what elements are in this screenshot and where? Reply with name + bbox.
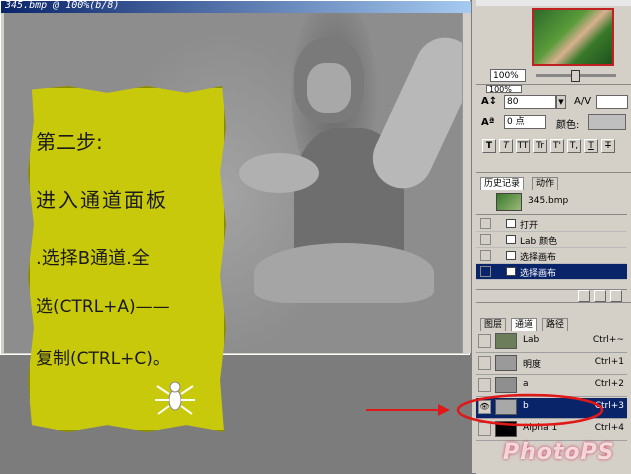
document-title: 345.bmp @ 100%(b/8) [5,0,120,11]
history-item-label: 选择画布 [520,269,557,279]
history-state-icon [506,267,516,276]
snapshot-name: 345.bmp [528,196,569,206]
note-step: 第二步: [36,130,103,154]
channel-shortcut: Ctrl+~ [592,335,624,345]
note-line-3: 选(CTRL+A)—— [36,297,170,317]
watermark: PhotoPS [503,440,615,465]
new-snapshot-icon[interactable] [594,290,606,302]
history-brush-source-box[interactable] [480,218,491,229]
history-item[interactable]: 选择画布 [476,248,627,264]
figure-arm [239,153,319,193]
history-item[interactable]: 打开 [476,216,627,232]
navigator-thumbnail[interactable] [532,8,614,66]
annotation-overlay [366,393,604,427]
channel-thumbnail [495,355,517,371]
history-item-label: 选择画布 [520,253,557,263]
history-item-label: 打开 [520,221,539,231]
character-zoom-field[interactable]: 100% [486,85,522,94]
history-item-label: Lab 颜色 [520,237,558,247]
instruction-note: 第二步: 进入通道面板 .选择B通道.全 选(CTRL+A)—— 复制(CTRL… [28,86,226,432]
tab-channels[interactable]: 通道 [511,318,538,331]
navigator-titlebar[interactable] [476,0,631,6]
history-state-icon [506,219,516,228]
vertical-scrollbar[interactable] [462,13,471,353]
channel-row-lab[interactable]: Lab Ctrl+~ [476,332,627,353]
history-state-icon [506,251,516,260]
history-footer [476,289,627,303]
delete-state-icon[interactable] [610,290,622,302]
tab-layers[interactable]: 图层 [480,318,507,331]
figure-leg [363,27,462,199]
faux-bold-button[interactable]: T [482,139,496,153]
kerning-field[interactable] [596,95,628,109]
color-swatch[interactable] [588,114,626,130]
snapshot-thumbnail [496,193,522,211]
faux-italic-button[interactable]: T [499,139,513,153]
annotation-arrow-head [438,404,450,416]
note-line-4: 复制(CTRL+C)。 [36,349,170,369]
note-line-1: 进入通道面板 [36,188,168,212]
superscript-button[interactable]: T' [550,139,564,153]
history-snapshot[interactable]: 345.bmp [476,190,627,215]
all-caps-button[interactable]: TT [516,139,530,153]
character-panel: 100% A↕ 80 ▼ A/V Aª 0 点 颜色: T T TT Tr T'… [476,84,631,173]
navigator-zoom-thumb[interactable] [571,70,580,82]
subscript-button[interactable]: T, [567,139,581,153]
new-document-from-state-icon[interactable] [578,290,590,302]
tab-history[interactable]: 历史记录 [480,177,525,190]
figure-skirt [254,243,434,303]
font-size-dropdown-icon[interactable]: ▼ [556,95,566,109]
font-size-field[interactable]: 80 [504,95,556,109]
channel-shortcut: Ctrl+1 [594,357,624,367]
visibility-toggle[interactable] [478,334,491,348]
strikethrough-button[interactable]: T [601,139,615,153]
channel-shortcut: Ctrl+2 [594,379,624,389]
channel-name: a [523,379,529,389]
baseline-icon: Aª [481,117,495,128]
channel-row-明度[interactable]: 明度 Ctrl+1 [476,354,627,375]
small-caps-button[interactable]: Tr [533,139,547,153]
type-style-buttons: T T TT Tr T' T, T T [482,139,630,153]
tab-actions[interactable]: 动作 [532,177,559,190]
channel-thumbnail [495,333,517,349]
leading-icon: A↕ [481,96,498,107]
color-label: 颜色: [556,120,580,131]
history-item[interactable]: 选择画布 [476,264,627,280]
baseline-field[interactable]: 0 点 [504,115,546,129]
history-item[interactable]: Lab 颜色 [476,232,627,248]
underline-button[interactable]: T [584,139,598,153]
kerning-icon: A/V [574,96,592,107]
history-state-icon [506,235,516,244]
figure-face [307,63,351,113]
channel-name: 明度 [523,360,542,370]
annotation-ellipse [456,393,604,427]
history-brush-source-box[interactable] [480,234,491,245]
history-brush-source-box[interactable] [480,266,491,277]
tab-paths[interactable]: 路径 [542,318,569,331]
navigator-panel: 100% [476,0,631,84]
channel-name: Lab [523,335,540,345]
navigator-zoom-field[interactable]: 100% [490,69,526,82]
note-line-2: .选择B通道.全 [36,248,150,269]
visibility-toggle[interactable] [478,356,491,370]
bug-logo-icon [155,381,195,415]
document-title-bar[interactable]: 345.bmp @ 100%(b/8) [1,0,471,13]
history-brush-source-box[interactable] [480,250,491,261]
